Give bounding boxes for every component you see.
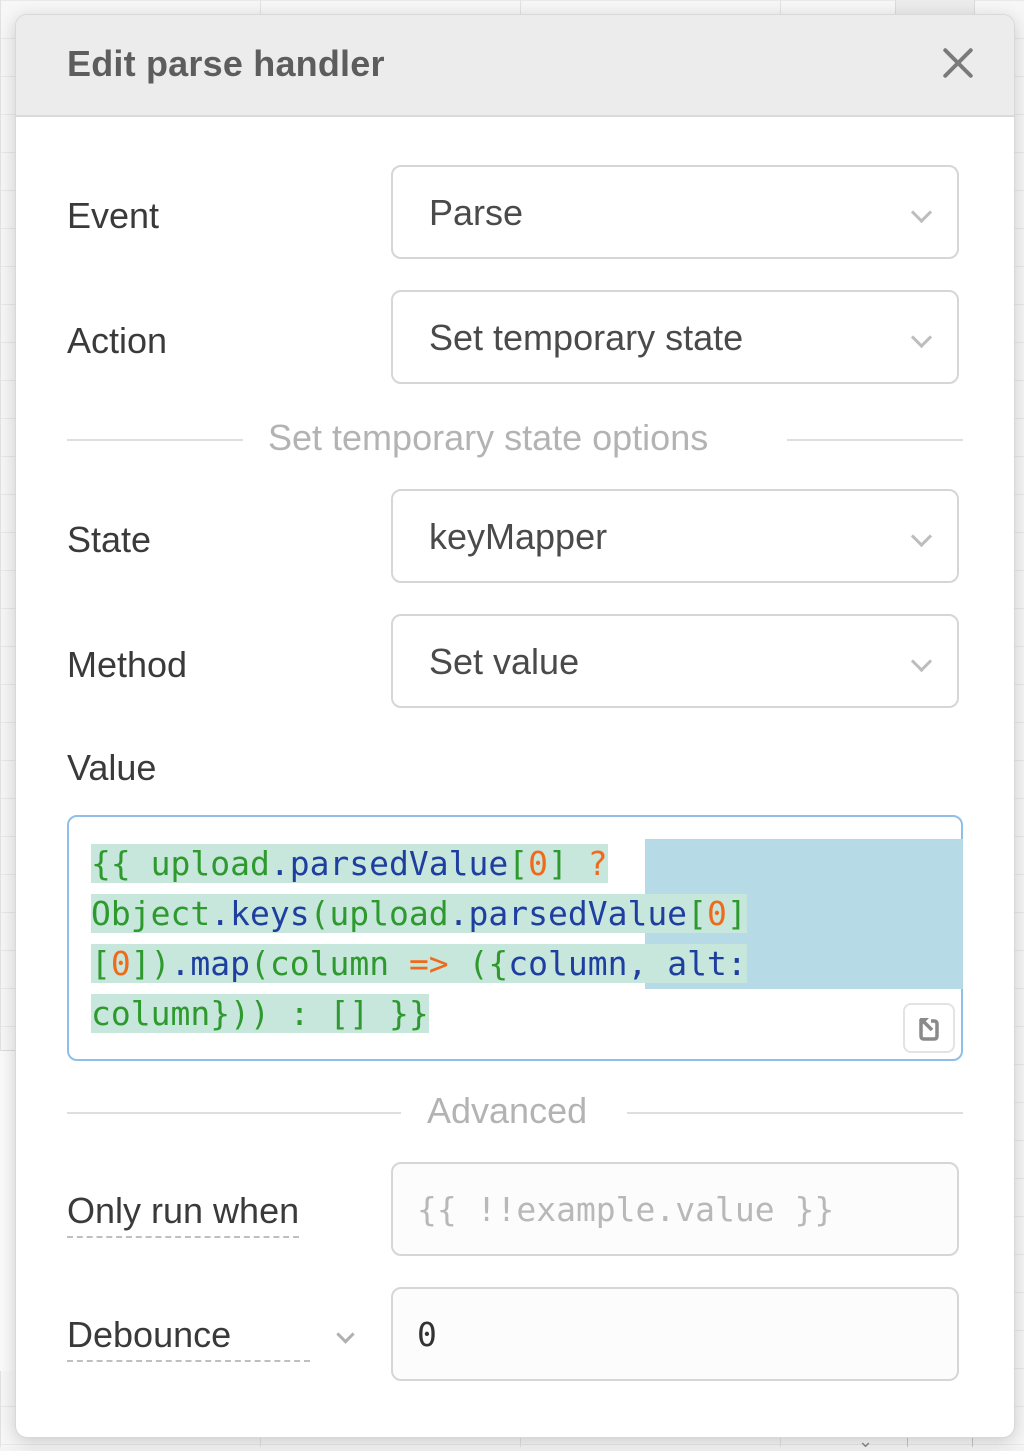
code-token: 0 <box>528 844 548 883</box>
state-select[interactable]: keyMapper <box>391 489 959 583</box>
code-token: [ <box>91 944 111 983</box>
code-line-selection: [0]).map(column => ({column, alt: <box>91 944 747 983</box>
code-line: Object.keys(upload.parsedValue[0] <box>91 889 747 939</box>
debounce-label[interactable]: Debounce <box>67 1314 355 1362</box>
action-row: Action Set temporary state <box>67 290 963 390</box>
method-select-value: Set value <box>429 641 580 682</box>
chevron-down-icon <box>910 201 933 224</box>
code-token: : <box>269 994 330 1033</box>
code-token: ({ <box>448 944 509 983</box>
code-line: column})) : [] }} <box>91 989 747 1039</box>
event-row: Event Parse <box>67 165 963 265</box>
only-run-when-input[interactable]: {{ !!example.value }} <box>391 1162 959 1256</box>
code-token: ] <box>548 844 588 883</box>
method-label: Method <box>67 644 188 685</box>
chevron-down-icon <box>910 525 933 548</box>
code-token: .keys <box>210 894 310 933</box>
expand-button[interactable] <box>903 1003 955 1053</box>
code-line-selection: Object.keys(upload.parsedValue[0] <box>91 894 747 933</box>
code-line-selection: column})) : [] }} <box>91 994 429 1033</box>
action-label: Action <box>67 320 168 361</box>
value-label: Value <box>67 747 157 788</box>
code-token: column})) <box>91 994 270 1033</box>
code-token: (upload <box>309 894 449 933</box>
only-run-when-label[interactable]: Only run when <box>67 1190 300 1238</box>
code-token: ] <box>726 894 747 933</box>
code-token: 0 <box>110 944 131 983</box>
action-select-value: Set temporary state <box>429 317 744 358</box>
code-token: upload <box>150 844 270 883</box>
value-code-editor[interactable]: {{ upload.parsedValue[0] ? Object.keys(up… <box>67 815 963 1061</box>
code-line: {{ upload.parsedValue[0] ? <box>91 839 747 889</box>
section-title-options: Set temporary state options <box>268 417 709 458</box>
section-divider-advanced: Advanced <box>67 1090 963 1131</box>
state-label: State <box>67 519 152 560</box>
code-token: .parsedValue <box>269 844 509 883</box>
chevron-down-icon <box>336 1325 355 1344</box>
divider-line <box>787 439 963 441</box>
code-token: ]) <box>130 944 171 983</box>
code-token: .map <box>170 944 250 983</box>
only-run-when-placeholder: {{ !!example.value }} <box>417 1190 835 1229</box>
action-select[interactable]: Set temporary state <box>391 290 959 384</box>
chevron-down-icon <box>910 650 933 673</box>
divider-line <box>67 1112 401 1114</box>
code-token: [] }} <box>329 994 429 1033</box>
code-line-selection: {{ upload.parsedValue[0] ? <box>91 844 608 883</box>
code-token: Object <box>91 894 211 933</box>
state-select-value: keyMapper <box>429 516 608 557</box>
code-token: 0 <box>706 894 727 933</box>
section-divider-options: Set temporary state options <box>67 417 963 458</box>
expand-icon <box>919 1018 939 1041</box>
edit-parse-handler-modal: Edit parse handler Event Parse Action Se… <box>15 14 1015 1438</box>
event-label: Event <box>67 195 160 236</box>
code-token: => <box>408 944 449 983</box>
code-token: .parsedValue <box>448 894 688 933</box>
debounce-input[interactable]: 0 <box>391 1287 959 1381</box>
section-title-advanced: Advanced <box>427 1090 588 1131</box>
chevron-down-icon <box>910 326 933 349</box>
modal-header: Edit parse handler <box>16 15 1014 117</box>
code-token: {{ <box>91 844 151 883</box>
code-token: column, alt: <box>508 944 747 983</box>
divider-line <box>627 1112 963 1114</box>
method-select[interactable]: Set value <box>391 614 959 708</box>
close-icon[interactable] <box>940 45 976 81</box>
code-token: [ <box>508 844 529 883</box>
code-line: [0]).map(column => ({column, alt: <box>91 939 747 989</box>
debounce-value: 0 <box>417 1315 437 1354</box>
code-token: ? <box>587 844 608 883</box>
event-select[interactable]: Parse <box>391 165 959 259</box>
divider-line <box>67 439 243 441</box>
method-row: Method Set value <box>67 614 963 714</box>
debounce-label-text: Debounce <box>67 1314 232 1355</box>
code-token: (column <box>249 944 409 983</box>
code-token: [ <box>687 894 707 933</box>
event-select-value: Parse <box>429 192 524 233</box>
code-content: {{ upload.parsedValue[0] ? Object.keys(up… <box>91 839 747 1039</box>
state-row: State keyMapper <box>67 489 963 589</box>
modal-title: Edit parse handler <box>67 43 385 84</box>
